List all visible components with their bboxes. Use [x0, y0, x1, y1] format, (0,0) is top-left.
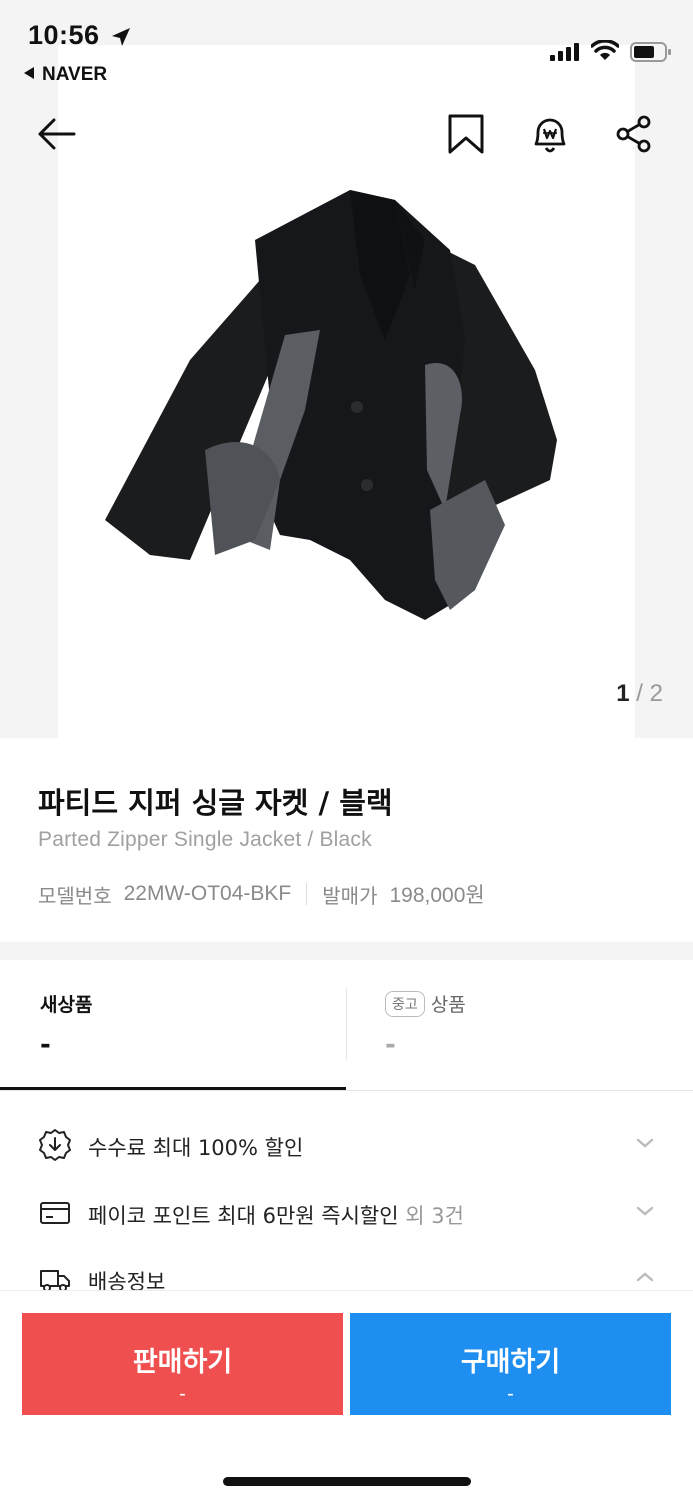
release-price-label: 발매가: [322, 883, 378, 908]
fee-discount-row[interactable]: 수수료 최대 100% 할인: [0, 1116, 693, 1176]
card-icon: [40, 1202, 70, 1224]
model-number-value: 22MW-OT04-BKF: [123, 882, 292, 905]
payco-discount-extra: 외 3건: [398, 1204, 464, 1228]
back-app-label: NAVER: [42, 64, 108, 85]
release-price-value: 198,000원: [389, 884, 485, 907]
model-number-label: 모델번호: [38, 883, 112, 908]
back-to-naver-link[interactable]: NAVER: [24, 64, 107, 86]
product-meta: 모델번호 22MW-OT04-BKF 발매가 198,000원: [38, 879, 485, 909]
bottom-action-bar: 판매하기 - 구매하기 -: [0, 1290, 693, 1500]
tab-new-label: 새상품: [40, 994, 93, 1016]
cellular-signal-icon: [550, 43, 579, 61]
pager-current: 1: [616, 680, 630, 707]
payco-discount-row[interactable]: 페이코 포인트 최대 6만원 즉시할인 외 3건: [0, 1184, 693, 1244]
sell-button-label: 판매하기: [132, 1347, 233, 1377]
wifi-icon: [591, 40, 619, 60]
share-icon[interactable]: [612, 112, 656, 156]
tab-new-price: -: [40, 1030, 51, 1060]
buy-button[interactable]: 구매하기 -: [350, 1313, 671, 1415]
product-photo[interactable]: [95, 180, 565, 625]
fee-discount-text: 수수료 최대 100% 할인: [88, 1136, 304, 1160]
tab-new-product[interactable]: 새상품 -: [0, 960, 346, 1090]
back-arrow-icon[interactable]: [34, 112, 78, 156]
payco-discount-main: 페이코 포인트 최대 6만원 즉시할인: [88, 1204, 399, 1228]
discount-badge-icon: [39, 1129, 71, 1161]
image-pager: 1 / 2: [616, 680, 663, 708]
chevron-down-icon: [636, 1138, 654, 1148]
status-time: 10:56: [28, 20, 100, 50]
buy-button-price: -: [507, 1383, 514, 1405]
home-indicator[interactable]: [223, 1477, 471, 1486]
meta-divider: [306, 883, 308, 905]
used-tag: 중고: [385, 991, 425, 1017]
won-bell-icon[interactable]: [528, 112, 572, 156]
buy-button-label: 구매하기: [460, 1347, 561, 1377]
pager-total: 2: [649, 680, 663, 707]
section-divider: [0, 942, 693, 960]
battery-icon: [630, 42, 671, 62]
product-subtitle: Parted Zipper Single Jacket / Black: [38, 828, 372, 851]
sell-button-price: -: [179, 1383, 186, 1405]
sell-button[interactable]: 판매하기 -: [22, 1313, 343, 1415]
tab-divider: [346, 988, 347, 1060]
chevron-up-icon: [636, 1272, 654, 1282]
tab-used-label-wrap: 중고 상품: [385, 990, 466, 1017]
pager-separator: /: [629, 680, 650, 707]
tab-used-label: 상품: [430, 994, 466, 1016]
tab-used-price: -: [385, 1030, 396, 1060]
bookmark-icon[interactable]: [444, 112, 488, 156]
status-bar: 10:56 NAVER: [0, 0, 693, 90]
chevron-down-icon: [636, 1206, 654, 1216]
location-arrow-icon: [112, 28, 130, 46]
product-title: 파티드 지퍼 싱글 자켓 / 블랙: [38, 786, 393, 820]
tab-used-product[interactable]: 중고 상품 -: [347, 960, 693, 1090]
tab-baseline: [0, 1090, 693, 1091]
back-triangle-icon: [24, 67, 34, 79]
payco-discount-text: 페이코 포인트 최대 6만원 즉시할인 외 3건: [88, 1200, 464, 1230]
